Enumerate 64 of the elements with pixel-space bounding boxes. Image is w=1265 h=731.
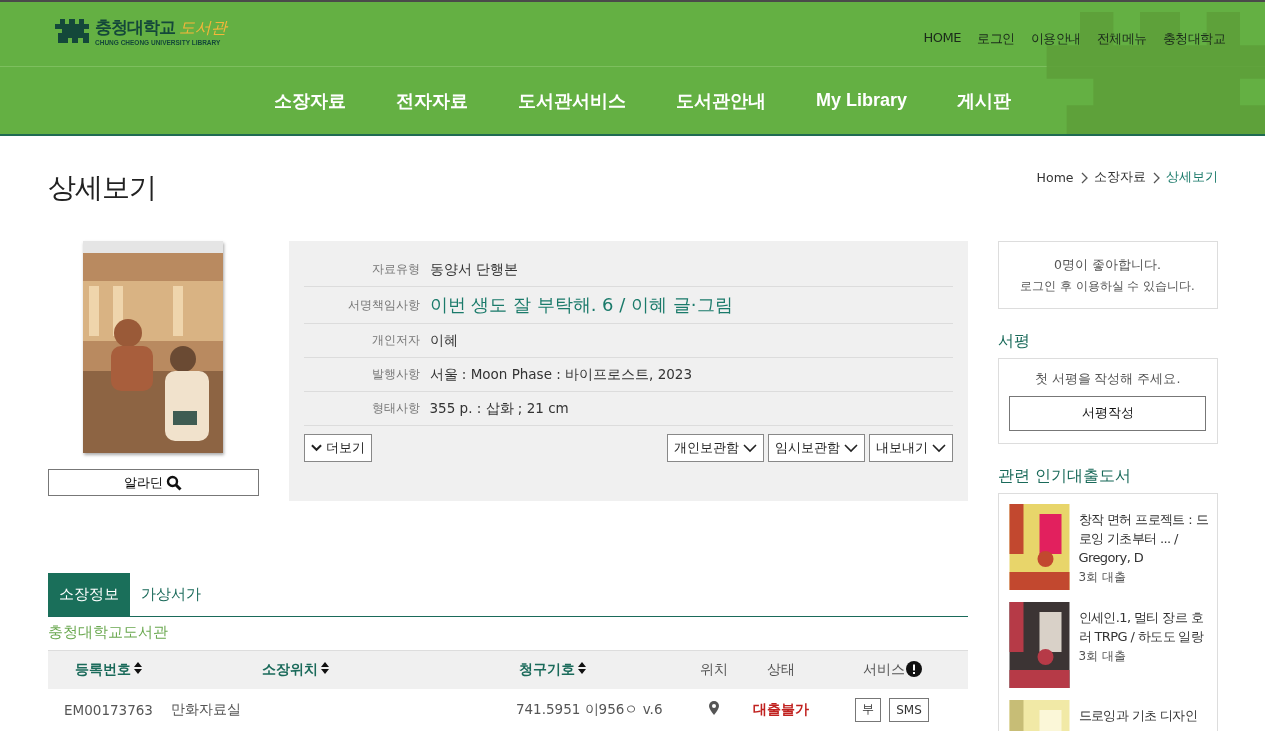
- page-title: 상세보기: [47, 170, 156, 206]
- field-value: 355 p. : 삽화 ; 21 cm: [429, 399, 569, 418]
- utility-link[interactable]: 이용안내: [1030, 30, 1081, 48]
- loan-count: 3회 대출: [1078, 569, 1127, 586]
- column-header: 상태: [744, 650, 817, 689]
- chevron-down-icon: [310, 444, 322, 452]
- utility-link[interactable]: 전체메뉴: [1096, 30, 1147, 48]
- chevron-down-icon: [742, 443, 757, 453]
- service-button[interactable]: SMS: [889, 697, 929, 722]
- more-button[interactable]: 더보기: [303, 434, 372, 462]
- utility-link[interactable]: 충청대학교: [1162, 30, 1225, 48]
- breadcrumb-link[interactable]: 상세보기: [1165, 169, 1218, 186]
- field-value: 동양서 단행본: [429, 260, 518, 279]
- sort-icon: [134, 661, 142, 674]
- sort-icon: [577, 661, 586, 674]
- section-heading: 서평: [997, 331, 1031, 352]
- table-cell: 만화자료실: [169, 688, 422, 731]
- dropdown-button[interactable]: 내보내기: [868, 434, 953, 462]
- chevron-right-icon: [1079, 171, 1088, 184]
- table-cell: 741.5951 이956ㅇ v.6: [421, 688, 683, 731]
- write-review-button[interactable]: 서평작성: [1009, 396, 1206, 431]
- utility-link[interactable]: 로그인: [977, 30, 1015, 48]
- status-text: 대출불가: [744, 688, 817, 731]
- tab[interactable]: 소장정보: [47, 572, 130, 616]
- login-note: 로그인 후 이용하실 수 있습니다.: [1020, 278, 1195, 294]
- review-prompt: 첫 서평을 작성해 주세요.: [1034, 371, 1181, 388]
- field-label: 자료유형: [370, 262, 421, 277]
- column-header: 서비스: [816, 650, 968, 689]
- loan-count: 3회 대출: [1078, 648, 1127, 665]
- dropdown-button[interactable]: 개인보관함: [666, 434, 764, 462]
- book-title: 이번 생도 잘 부탁해. 6 / 이혜 글·그림: [429, 293, 733, 317]
- logo-name: 충청대학교: [95, 16, 175, 39]
- library-name: 충청대학교도서관: [47, 621, 169, 643]
- map-pin-icon[interactable]: [708, 701, 719, 715]
- field-label: 서명책임사항: [346, 297, 421, 313]
- column-header: 위치: [682, 650, 745, 689]
- field-value: 서울 : Moon Phase : 바이프로스트, 2023: [429, 365, 693, 384]
- service-button[interactable]: 부: [855, 697, 882, 722]
- popular-book-title[interactable]: 창작 면허 프로젝트 : 드로잉 기초부터 ... / Gregory, D: [1078, 510, 1211, 567]
- utility-link[interactable]: HOME: [923, 30, 961, 48]
- field-value: 이혜: [429, 331, 458, 350]
- likes-count: 0명이 좋아합니다.: [1054, 256, 1161, 274]
- logo-icon: [55, 19, 89, 43]
- info-icon: [905, 660, 922, 677]
- column-header[interactable]: 등록번호: [47, 650, 170, 689]
- aladin-button[interactable]: 알라딘: [47, 469, 259, 496]
- field-label: 개인저자: [370, 333, 421, 348]
- table-cell: EM00173763: [47, 688, 170, 731]
- field-label: 형태사항: [370, 401, 421, 416]
- breadcrumb-link[interactable]: Home: [1036, 170, 1074, 185]
- sort-icon: [321, 661, 329, 674]
- popular-book-title[interactable]: 드로잉과 기초 디자인: [1078, 706, 1198, 725]
- field-label: 발행사항: [370, 367, 421, 382]
- logo-library: 도서관: [179, 18, 227, 39]
- column-header[interactable]: 청구기호: [421, 650, 683, 689]
- chevron-down-icon: [843, 443, 858, 453]
- chevron-right-icon: [1151, 171, 1160, 184]
- breadcrumb-link[interactable]: 소장자료: [1093, 169, 1146, 186]
- popular-book-title[interactable]: 인세인.1, 멀티 장르 호러 TRPG / 하도도 일랑: [1078, 608, 1211, 646]
- search-icon: [166, 474, 182, 491]
- column-header[interactable]: 소장위치: [169, 650, 422, 689]
- dropdown-button[interactable]: 임시보관함: [767, 434, 865, 462]
- section-heading: 관련 인기대출도서: [997, 466, 1132, 487]
- chevron-down-icon: [931, 443, 946, 453]
